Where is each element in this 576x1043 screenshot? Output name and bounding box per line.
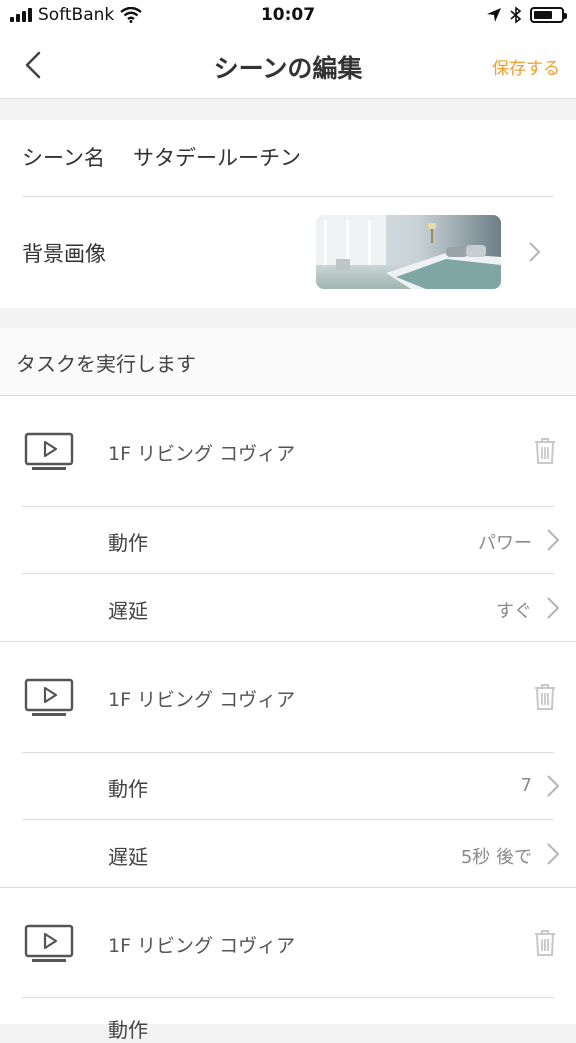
task-card: [0, 396, 576, 641]
tv-icon: [24, 924, 74, 962]
location-arrow-icon: [487, 8, 501, 22]
tasks-header-label: タスクを実行します: [16, 352, 196, 376]
chevron-right-icon[interactable]: [526, 241, 542, 263]
chevron-right-icon[interactable]: [545, 596, 561, 620]
status-bar: SoftBank 10:07: [0, 0, 576, 32]
task-delay-value[interactable]: すぐ: [496, 597, 532, 623]
task-device-name: 1F リビング コヴィア: [108, 935, 296, 957]
save-button[interactable]: 保存する: [492, 54, 560, 79]
task-device-name: 1F リビング コヴィア: [108, 689, 296, 711]
tv-icon: [24, 678, 74, 716]
trash-icon[interactable]: [533, 437, 557, 465]
task-action-label: 動作: [108, 777, 148, 801]
trash-icon[interactable]: [533, 683, 557, 711]
background-image-thumbnail[interactable]: [316, 215, 501, 289]
chevron-right-icon[interactable]: [545, 842, 561, 866]
task-delay-label: 遅延: [108, 845, 148, 869]
trash-icon[interactable]: [533, 929, 557, 957]
task-delay-label: 遅延: [108, 599, 148, 623]
task-action-label: 動作: [108, 1018, 148, 1042]
divider: [22, 573, 554, 574]
scene-name-row[interactable]: シーン名 サタデールーチン: [22, 142, 301, 172]
divider: [22, 196, 554, 197]
divider: [22, 752, 554, 753]
task-delay-value[interactable]: 5秒 後で: [461, 843, 532, 869]
task-action-value[interactable]: パワー: [478, 529, 532, 555]
divider: [22, 506, 554, 507]
tasks-section-header: タスクを実行します: [0, 328, 576, 396]
scene-name-value: サタデールーチン: [132, 146, 301, 170]
task-action-value[interactable]: 7: [521, 775, 532, 796]
battery-icon: [530, 7, 567, 23]
status-right: [486, 6, 567, 24]
tv-icon: [24, 432, 74, 470]
divider: [22, 819, 554, 820]
chevron-right-icon[interactable]: [545, 528, 561, 552]
battery-level: [534, 11, 552, 19]
bluetooth-icon: [510, 6, 522, 24]
task-action-label: 動作: [108, 531, 148, 555]
background-image-label: 背景画像: [22, 242, 106, 266]
task-device-name: 1F リビング コヴィア: [108, 443, 296, 465]
scene-name-label: シーン名: [22, 146, 105, 170]
page-title: シーンの編集: [213, 54, 363, 83]
chevron-right-icon[interactable]: [545, 774, 561, 798]
nav-bar: シーンの編集 保存する: [0, 32, 576, 99]
divider: [22, 997, 554, 998]
